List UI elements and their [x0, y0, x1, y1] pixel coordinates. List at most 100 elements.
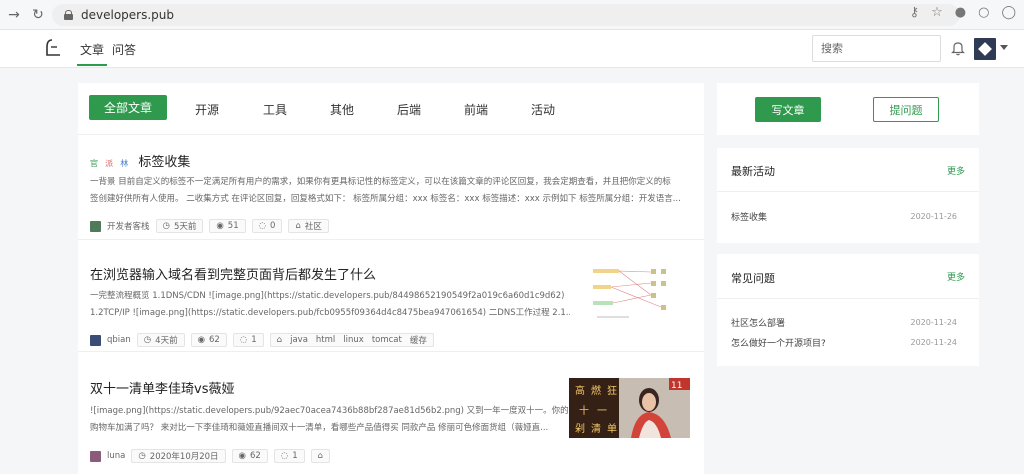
tag-icon: ⌂: [276, 335, 283, 345]
nav-articles[interactable]: 文章: [80, 41, 104, 58]
time-text: 2020年10月20日: [149, 452, 219, 462]
more-link[interactable]: 更多: [947, 164, 965, 177]
article-excerpt: 一完整流程概览 1.1DNS/CDN ![image.png](https://…: [90, 288, 570, 322]
nav-qa[interactable]: 问答: [112, 41, 136, 58]
article-thumbnail[interactable]: 高 燃 狂 十 一 剁 清 单: [569, 378, 619, 438]
action-card: 写文章 提问题: [717, 83, 979, 135]
list-item[interactable]: 官 派 林 标签收集 一背景 目前自定义的标签不一定满足所有用户的需求，如果你有…: [78, 135, 704, 240]
author-name[interactable]: 开发者客栈: [107, 220, 150, 232]
faq-item-label[interactable]: 社区怎么部署: [731, 316, 785, 329]
divider: [717, 298, 979, 299]
more-link[interactable]: 更多: [947, 270, 965, 283]
article-title[interactable]: 在浏览器输入域名看到完整页面背后都发生了什么: [90, 264, 376, 283]
comments-chip: ◌ 1: [232, 333, 264, 347]
tag-icon: ⌂: [317, 451, 324, 461]
extension-icon-2[interactable]: ○: [978, 5, 989, 20]
faq-item-date: 2020-11-24: [910, 318, 958, 327]
card-title: 最新活动: [731, 165, 775, 178]
tag-label[interactable]: java: [290, 335, 308, 345]
author-avatar[interactable]: [90, 334, 101, 346]
comments-chip: ◌ 0: [251, 219, 283, 233]
article-title-text: 标签收集: [138, 155, 191, 170]
article-thumbnail[interactable]: [589, 265, 670, 325]
article-meta: qbian ◷ 4天前 ◉ 62 ◌ 1 ⌂ java html linux tomc…: [90, 333, 434, 347]
extension-icon[interactable]: ●: [955, 5, 966, 20]
faq-card: 常见问题 更多 社区怎么部署 2020-11-24 怎么做好一个开源项目? 20…: [717, 254, 979, 366]
tab-events[interactable]: 活动: [531, 101, 555, 118]
browser-toolbar: → ↻ developers.pub ⚷ ☆ ● ○ ◯: [0, 0, 1024, 30]
url-text: developers.pub: [81, 8, 174, 22]
article-meta: luna ◷ 2020年10月20日 ◉ 62 ◌ 1 ⌂: [90, 449, 331, 463]
chevron-down-icon[interactable]: [1000, 45, 1008, 50]
article-title[interactable]: 官 派 林 标签收集: [90, 151, 190, 170]
search-input[interactable]: [812, 35, 941, 62]
eye-icon: ◉: [238, 451, 246, 461]
tag-label[interactable]: 社区: [305, 220, 322, 232]
faq-item-date: 2020-11-24: [910, 338, 958, 347]
article-excerpt: ![image.png](https://static.developers.p…: [90, 403, 568, 437]
article-thumbnail[interactable]: 11: [619, 378, 690, 438]
time-chip: ◷ 5天前: [155, 219, 204, 233]
tags-chip: ⌂: [310, 449, 331, 463]
reload-icon[interactable]: ↻: [28, 5, 48, 25]
eye-icon: ◉: [197, 335, 206, 345]
excerpt-line: ![image.png](https://static.developers.p…: [90, 406, 568, 416]
views-count: 62: [249, 451, 261, 461]
latest-activity-card: 最新活动 更多 标签收集 2020-11-26: [717, 148, 979, 243]
title-tag: 官: [90, 159, 98, 168]
author-avatar[interactable]: [90, 450, 101, 462]
key-icon[interactable]: ⚷: [910, 5, 920, 20]
excerpt-line: 签创建好供所有人使用。 二收集方式 在评论区回复，回复格式如下： 标签所属分组：…: [90, 194, 681, 204]
comments-count: 1: [251, 335, 257, 345]
excerpt-line: 一完整流程概览 1.1DNS/CDN ![image.png](https://…: [90, 291, 565, 301]
svg-text:清: 清: [591, 422, 601, 435]
write-article-button[interactable]: 写文章: [755, 97, 821, 122]
bell-icon[interactable]: [951, 40, 965, 56]
activity-item-label[interactable]: 标签收集: [731, 210, 767, 223]
tab-all[interactable]: 全部文章: [89, 95, 167, 120]
author-name[interactable]: luna: [107, 451, 125, 461]
tab-other[interactable]: 其他: [330, 101, 354, 118]
excerpt-line: 1.2TCP/IP ![image.png](https://static.de…: [90, 308, 570, 318]
ask-question-button[interactable]: 提问题: [873, 97, 939, 122]
tag-icon: ⌂: [295, 221, 301, 231]
author-avatar[interactable]: [90, 220, 101, 232]
svg-text:燃: 燃: [591, 384, 601, 397]
tab-frontend[interactable]: 前端: [464, 101, 488, 118]
tag-label[interactable]: tomcat: [372, 335, 402, 345]
browser-actions: ⚷ ☆ ● ○ ◯: [910, 5, 1016, 20]
tags-chip: ⌂ 社区: [288, 219, 329, 233]
tab-tools[interactable]: 工具: [263, 101, 287, 118]
card-title: 常见问题: [731, 272, 775, 285]
views-chip: ◉ 62: [231, 449, 268, 463]
tag-label[interactable]: linux: [343, 335, 364, 345]
svg-text:单: 单: [607, 423, 617, 435]
address-bar[interactable]: developers.pub: [52, 4, 960, 26]
excerpt-line: 购物车加满了吗？ 来对比一下李佳琦和薇娅直播间双十一清单，看哪些产品值得买 同款…: [90, 423, 549, 433]
author-name[interactable]: qbian: [107, 335, 131, 345]
article-title[interactable]: 双十一清单李佳琦vs薇娅: [90, 378, 234, 397]
time-chip: ◷ 2020年10月20日: [131, 449, 226, 463]
eye-icon: ◉: [216, 221, 224, 231]
tab-open-source[interactable]: 开源: [195, 101, 219, 118]
comments-count: 0: [270, 221, 276, 231]
nav-active-indicator: [77, 64, 107, 66]
clock-icon: ◷: [138, 451, 146, 461]
svg-text:11: 11: [671, 381, 682, 391]
time-text: 4天前: [155, 336, 178, 346]
faq-item-label[interactable]: 怎么做好一个开源项目?: [731, 336, 826, 349]
user-avatar[interactable]: [974, 38, 996, 60]
activity-item-date: 2020-11-26: [910, 212, 958, 221]
svg-text:高: 高: [575, 384, 585, 397]
title-tag: 林: [120, 159, 129, 168]
comments-count: 1: [292, 451, 298, 461]
views-chip: ◉ 62: [190, 333, 227, 347]
comments-chip: ◌ 1: [273, 449, 305, 463]
extension-icon-3[interactable]: ◯: [1001, 5, 1016, 20]
star-icon[interactable]: ☆: [931, 5, 943, 20]
tag-label[interactable]: 缓存: [410, 334, 427, 346]
tag-label[interactable]: html: [316, 335, 335, 345]
tab-backend[interactable]: 后端: [397, 101, 421, 118]
back-arrow-icon[interactable]: →: [4, 5, 24, 25]
site-logo-icon[interactable]: [44, 38, 62, 58]
